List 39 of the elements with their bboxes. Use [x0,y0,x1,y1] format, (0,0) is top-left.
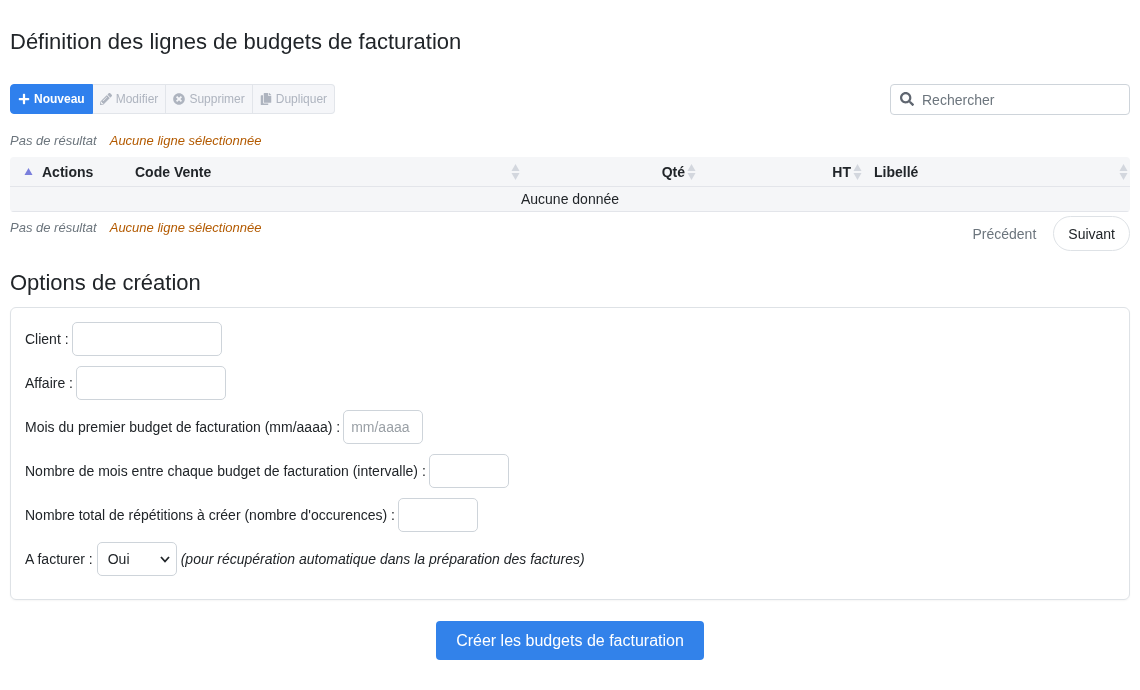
chevron-down-icon [159,555,170,563]
field-label: Client : [25,331,69,347]
input-field[interactable] [76,366,226,400]
sort-ascending-icon[interactable] [24,168,33,175]
column-header[interactable]: HT [832,163,851,180]
search-field[interactable]: Rechercher [890,84,1130,115]
toolbar-button[interactable]: Nouveau [10,84,93,114]
sort-icon[interactable] [511,163,520,180]
input-field[interactable] [71,322,222,356]
sort-icon[interactable] [853,163,862,180]
field-label: Mois du premier budget de facturation (mm/aaaa) : [25,419,341,435]
copy-icon [259,93,272,105]
page-title: Définition des lignes de budgets de facturation [10,29,462,55]
field-label: Nombre de mois entre chaque budget de facturation (intervalle) : [25,463,426,479]
plus-icon [18,93,30,105]
search-icon [900,92,914,106]
section-title: Options de création [10,270,201,296]
sort-icon[interactable] [687,163,696,180]
input-field[interactable] [397,498,478,532]
result-count-text: Pas de résultat [10,132,97,150]
field-label: Nombre total de répétitions à créer (nombre d'occurences) : [25,507,395,523]
input-field[interactable]: mm/aaaa [343,410,424,444]
result-count-text: Pas de résultat [10,219,97,237]
field-label: Affaire : [25,375,73,391]
selection-status-text: Aucune ligne sélectionnée [109,132,262,150]
empty-table-message: Aucune donnée [10,187,1130,212]
column-header[interactable]: Qté [661,163,685,180]
pagination-button[interactable]: Suivant [1053,216,1130,251]
column-header[interactable]: Actions [42,163,94,180]
submit-button[interactable]: Créer les budgets de facturation [436,621,704,660]
column-header[interactable]: Code Vente [135,163,509,180]
field-label: A facturer : [25,551,93,567]
column-header[interactable]: Libellé [874,163,1117,180]
input-field[interactable] [428,454,509,488]
selection-status-text: Aucune ligne sélectionnée [109,219,262,237]
field-note: (pour récupération automatique dans la préparation des factures) [180,551,585,567]
select-field[interactable]: Oui [96,542,177,576]
sort-icon[interactable] [1119,163,1128,180]
pencil-icon [99,93,112,105]
